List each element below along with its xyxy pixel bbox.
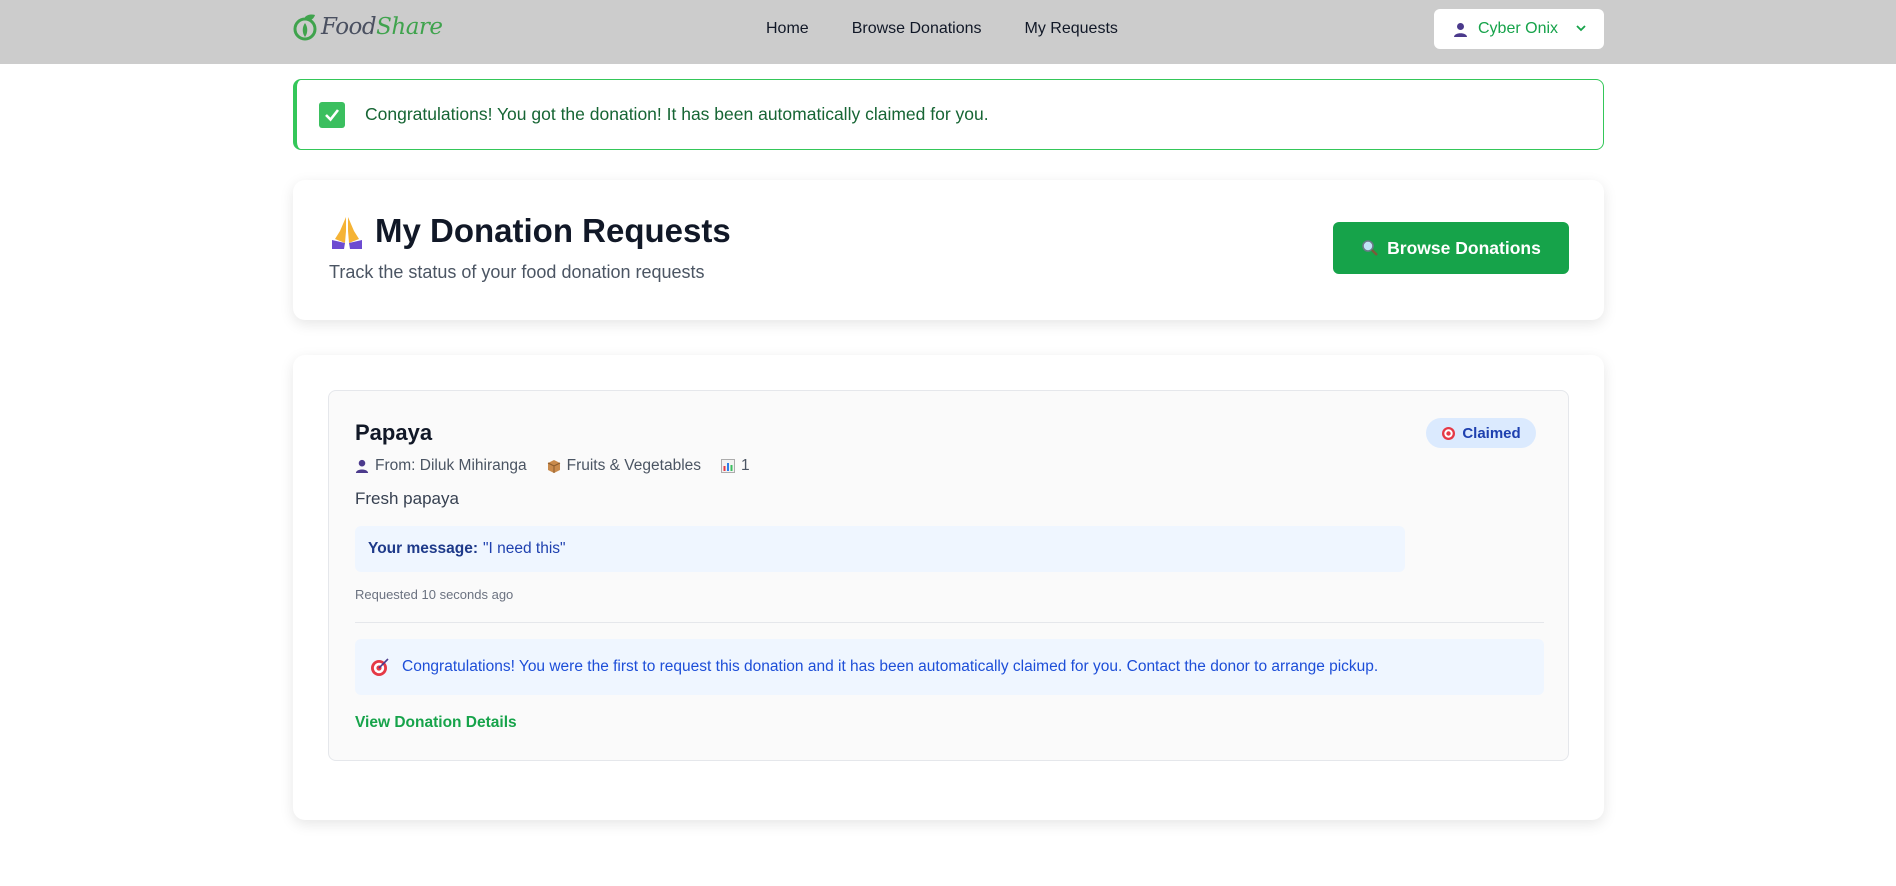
browse-donations-button[interactable]: Browse Donations bbox=[1333, 222, 1569, 274]
nav-home[interactable]: Home bbox=[766, 17, 809, 41]
user-name: Cyber Onix bbox=[1478, 20, 1559, 37]
quantity-info: 1 bbox=[721, 457, 750, 475]
folded-hands-icon bbox=[329, 213, 365, 249]
magnifier-icon bbox=[1361, 239, 1379, 257]
divider bbox=[355, 622, 1544, 623]
claim-info-box: Congratulations! You were the first to r… bbox=[355, 639, 1544, 695]
brand-name: FoodShare bbox=[321, 14, 443, 40]
user-icon bbox=[355, 459, 369, 473]
bar-chart-icon bbox=[721, 459, 735, 473]
nav-my-requests[interactable]: My Requests bbox=[1025, 17, 1118, 41]
leaf-logo-icon bbox=[293, 13, 319, 41]
requested-timestamp: Requested 10 seconds ago bbox=[355, 587, 514, 602]
message-text: "I need this" bbox=[482, 540, 566, 557]
message-label: Your message: bbox=[368, 540, 478, 557]
user-menu-button[interactable]: Cyber Onix bbox=[1434, 9, 1604, 49]
target-icon bbox=[1441, 426, 1456, 441]
alert-message: Congratulations! You got the donation! I… bbox=[365, 104, 989, 124]
package-icon bbox=[547, 459, 561, 473]
user-message-box: Your message: "I need this" bbox=[355, 526, 1405, 572]
donor-info: From: Diluk Mihiranga bbox=[355, 457, 527, 475]
status-badge: Claimed bbox=[1426, 418, 1536, 448]
requests-list-card: Papaya Claimed From: Diluk Mihiranga Fru… bbox=[293, 355, 1604, 820]
view-donation-details-link[interactable]: View Donation Details bbox=[355, 714, 517, 732]
request-meta: From: Diluk Mihiranga Fruits & Vegetable… bbox=[355, 457, 750, 475]
check-icon bbox=[319, 101, 345, 128]
user-icon bbox=[1453, 22, 1468, 37]
nav-links: Home Browse Donations My Requests bbox=[766, 17, 1161, 41]
nav-browse-donations[interactable]: Browse Donations bbox=[852, 17, 982, 41]
page-header-card: My Donation Requests Track the status of… bbox=[293, 180, 1604, 320]
page-subtitle: Track the status of your food donation r… bbox=[329, 262, 705, 282]
navbar: FoodShare Home Browse Donations My Reque… bbox=[0, 0, 1896, 64]
success-alert: Congratulations! You got the donation! I… bbox=[293, 79, 1604, 150]
chevron-down-icon bbox=[1576, 23, 1586, 35]
page-title: My Donation Requests bbox=[329, 212, 731, 250]
donation-title: Papaya bbox=[355, 420, 433, 445]
donation-description: Fresh papaya bbox=[355, 489, 459, 508]
brand-logo[interactable]: FoodShare bbox=[293, 11, 443, 43]
claim-info-text: Congratulations! You were the first to r… bbox=[402, 658, 1379, 675]
category-info: Fruits & Vegetables bbox=[547, 457, 701, 475]
target-icon bbox=[370, 657, 390, 677]
request-item: Papaya Claimed From: Diluk Mihiranga Fru… bbox=[328, 390, 1569, 761]
